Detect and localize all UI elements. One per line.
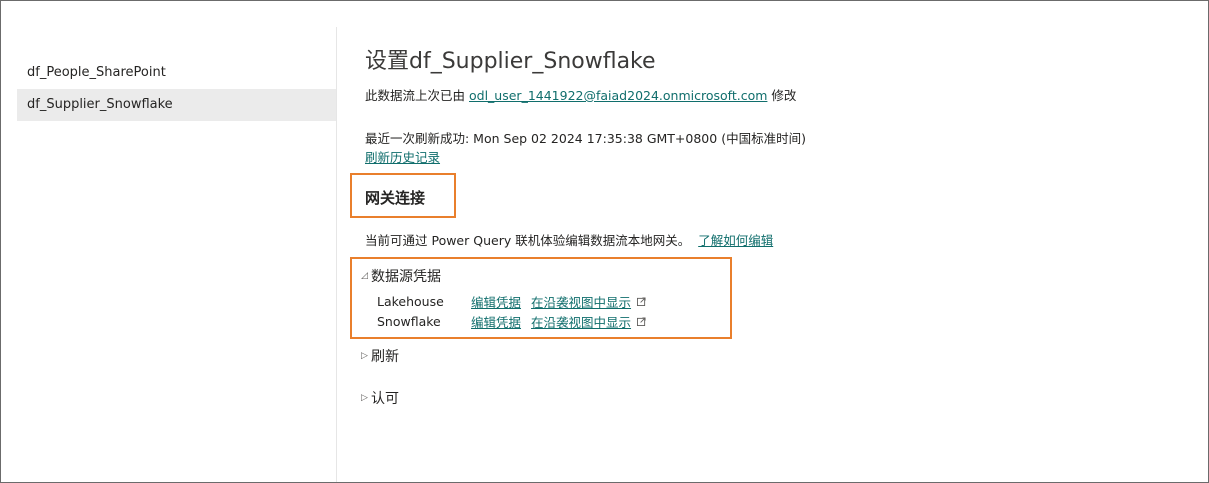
gateway-description-line: 当前可通过 Power Query 联机体验编辑数据流本地网关。 了解如何编辑 — [365, 230, 773, 249]
dataflow-list: df_People_SharePoint df_Supplier_Snowfla… — [17, 57, 336, 121]
expanded-triangle-icon: ◿ — [361, 271, 368, 281]
settings-window: df_People_SharePoint df_Supplier_Snowfla… — [0, 0, 1209, 483]
sidebar-item-label: df_Supplier_Snowflake — [27, 97, 173, 112]
vertical-divider — [336, 27, 337, 482]
section-label: 认可 — [371, 391, 399, 407]
page-title: 设置df_Supplier_Snowflake — [365, 49, 656, 74]
credential-row: Snowflake 编辑凭据 在沿袭视图中显示 — [377, 312, 646, 331]
learn-how-to-edit-link[interactable]: 了解如何编辑 — [698, 233, 773, 248]
data-source-credentials-toggle[interactable]: ◿ 数据源凭据 — [361, 266, 441, 286]
credential-row: Lakehouse 编辑凭据 在沿袭视图中显示 — [377, 292, 646, 311]
show-in-lineage-link[interactable]: 在沿袭视图中显示 — [531, 312, 631, 331]
collapsed-triangle-icon: ▷ — [361, 393, 368, 403]
gateway-description: 当前可通过 Power Query 联机体验编辑数据流本地网关。 — [365, 233, 691, 248]
endorsement-section-toggle[interactable]: ▷ 认可 — [361, 388, 399, 408]
modified-prefix: 此数据流上次已由 — [365, 88, 466, 103]
section-label: 刷新 — [371, 349, 399, 365]
external-link-icon — [637, 317, 646, 326]
refresh-section-toggle[interactable]: ▷ 刷新 — [361, 346, 399, 366]
credential-source-name: Lakehouse — [377, 294, 444, 309]
section-label: 数据源凭据 — [371, 269, 441, 285]
modified-by-user-link[interactable]: odl_user_1441922@faiad2024.onmicrosoft.c… — [469, 88, 767, 103]
refresh-history-link[interactable]: 刷新历史记录 — [365, 150, 440, 165]
external-link-icon — [637, 297, 646, 306]
last-modified-line: 此数据流上次已由 odl_user_1441922@faiad2024.onmi… — [365, 85, 796, 104]
sidebar-item-label: df_People_SharePoint — [27, 65, 166, 80]
modified-suffix: 修改 — [771, 88, 797, 103]
show-in-lineage-link[interactable]: 在沿袭视图中显示 — [531, 292, 631, 311]
credential-source-name: Snowflake — [377, 314, 441, 329]
sidebar-item-df-people-sharepoint[interactable]: df_People_SharePoint — [17, 57, 336, 89]
gateway-connection-heading: 网关连接 — [365, 189, 426, 207]
collapsed-triangle-icon: ▷ — [361, 351, 368, 361]
last-refresh-text: 最近一次刷新成功: Mon Sep 02 2024 17:35:38 GMT+0… — [365, 131, 806, 146]
sidebar-item-df-supplier-snowflake[interactable]: df_Supplier_Snowflake — [17, 89, 336, 121]
edit-credentials-link[interactable]: 编辑凭据 — [471, 292, 521, 311]
edit-credentials-link[interactable]: 编辑凭据 — [471, 312, 521, 331]
